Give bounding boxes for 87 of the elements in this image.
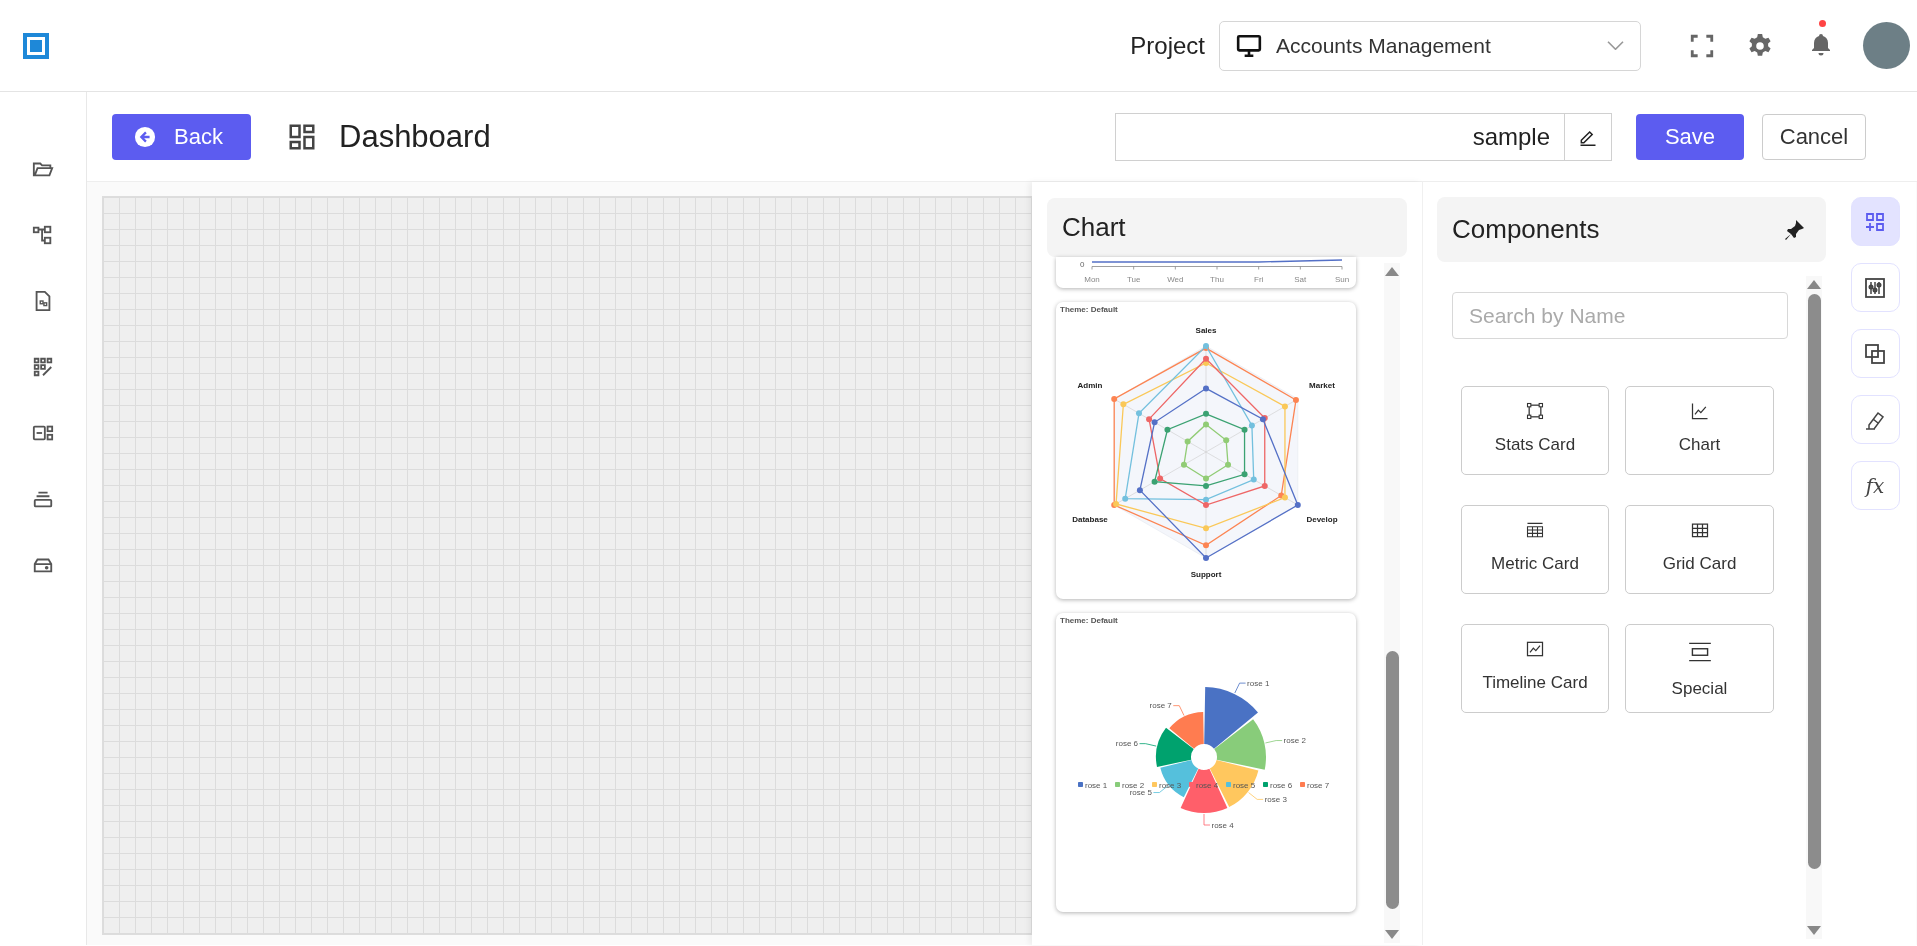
arrow-left-circle-icon bbox=[134, 125, 156, 148]
axis-tick-label: Thu bbox=[1210, 275, 1224, 284]
legend-label[interactable]: rose 4 bbox=[1196, 781, 1219, 790]
grid-edit-icon[interactable] bbox=[32, 356, 54, 378]
axis-label: Admin bbox=[1077, 381, 1103, 390]
legend-label[interactable]: rose 1 bbox=[1085, 781, 1108, 790]
slice-label: rose 6 bbox=[1115, 739, 1138, 749]
component-tile[interactable]: Metric Card bbox=[1461, 505, 1609, 594]
slice-label: rose 3 bbox=[1264, 795, 1287, 805]
avatar-photo-placeholder[interactable] bbox=[1863, 22, 1910, 69]
tool-button[interactable] bbox=[1850, 395, 1900, 444]
axis-label: Database bbox=[1072, 515, 1108, 524]
slice-label: rose 5 bbox=[1129, 788, 1152, 798]
scrollbar[interactable] bbox=[1384, 263, 1400, 943]
app-logo[interactable] bbox=[22, 31, 50, 60]
component-tile[interactable]: Chart bbox=[1625, 386, 1774, 475]
line-chart-icon bbox=[1689, 401, 1710, 421]
axis-tick-label: Tue bbox=[1126, 275, 1141, 284]
axis-tick-label: Sat bbox=[1294, 275, 1307, 284]
leader-line bbox=[1248, 792, 1264, 800]
monitor-icon bbox=[1236, 32, 1262, 59]
slice-label: rose 7 bbox=[1149, 701, 1172, 711]
slice-label: rose 1 bbox=[1247, 678, 1270, 688]
tool-button[interactable] bbox=[1850, 197, 1900, 246]
component-tile[interactable]: Grid Card bbox=[1625, 505, 1774, 594]
slice-label: rose 2 bbox=[1283, 736, 1306, 746]
search-field[interactable]: Search by Name bbox=[1452, 292, 1788, 339]
scroll-up-icon[interactable] bbox=[1807, 280, 1821, 290]
dashboard-name-field[interactable]: sample bbox=[1115, 112, 1565, 161]
chart-thumbnail[interactable]: Theme: Default Sales Admin Market Database Develop Support bbox=[1056, 302, 1356, 599]
axis-tick-label: 0 bbox=[1080, 260, 1085, 269]
legend-swatch[interactable] bbox=[1152, 782, 1157, 787]
axis-label: Market bbox=[1309, 381, 1335, 390]
legend-swatch[interactable] bbox=[1115, 782, 1120, 787]
scroll-down-icon[interactable] bbox=[1807, 925, 1821, 935]
legend-label[interactable]: rose 6 bbox=[1270, 781, 1293, 790]
leader-line bbox=[1234, 682, 1246, 694]
tool-button[interactable] bbox=[1850, 263, 1900, 312]
slice-label: rose 4 bbox=[1211, 820, 1234, 830]
theme-label: Theme: Default bbox=[1059, 615, 1119, 627]
frame-icon bbox=[1525, 401, 1545, 421]
scroll-up-icon[interactable] bbox=[1385, 267, 1399, 277]
axis-tick-label: Fri bbox=[1254, 275, 1264, 284]
tool-button[interactable] bbox=[1850, 329, 1900, 378]
edit-button[interactable] bbox=[1565, 112, 1612, 161]
hierarchy-icon[interactable] bbox=[32, 224, 54, 246]
settings-icon[interactable] bbox=[1747, 32, 1773, 59]
page-title: Dashboard bbox=[339, 118, 492, 155]
layers-icon bbox=[1863, 341, 1887, 366]
legend-label[interactable]: rose 2 bbox=[1122, 781, 1145, 790]
legend-swatch[interactable] bbox=[1300, 782, 1305, 787]
panel-title: Chart bbox=[1062, 212, 1126, 243]
trend-chart-icon bbox=[1525, 639, 1545, 659]
legend-swatch[interactable] bbox=[1263, 782, 1268, 787]
axis-label: Support bbox=[1190, 570, 1222, 579]
project-label: Project bbox=[1130, 31, 1205, 60]
cancel-button[interactable]: Cancel bbox=[1762, 113, 1866, 160]
scrollbar[interactable] bbox=[1806, 276, 1822, 939]
legend-label[interactable]: rose 7 bbox=[1307, 781, 1330, 790]
component-tile[interactable]: Stats Card bbox=[1461, 386, 1609, 475]
theme-label: Theme: Default bbox=[1059, 304, 1119, 316]
table-icon bbox=[1525, 520, 1545, 540]
tool-button[interactable]: fx bbox=[1850, 461, 1900, 510]
notification-dot bbox=[1819, 19, 1826, 27]
component-tile[interactable]: Timeline Card bbox=[1461, 624, 1609, 713]
scroll-down-icon[interactable] bbox=[1385, 929, 1399, 939]
component-tile[interactable]: Special bbox=[1625, 624, 1774, 713]
project-dropdown[interactable]: Accounts Management bbox=[1219, 20, 1641, 71]
axis-tick-label: Wed bbox=[1167, 275, 1184, 284]
axis-label: Develop bbox=[1306, 515, 1338, 524]
leader-line bbox=[1172, 705, 1185, 716]
save-button[interactable]: Save bbox=[1636, 113, 1744, 160]
axis-tick-label: Sun bbox=[1334, 275, 1350, 284]
axis-label: Sales bbox=[1195, 326, 1217, 335]
panel-title: Components bbox=[1452, 214, 1600, 245]
legend-label[interactable]: rose 5 bbox=[1233, 781, 1256, 790]
leader-line bbox=[1139, 743, 1157, 747]
legend-swatch[interactable] bbox=[1226, 782, 1231, 787]
chart-thumbnail[interactable]: 0 Mon Tue Wed Thu Fri Sat Sun bbox=[1056, 257, 1356, 288]
axis-tick-label: Mon bbox=[1084, 275, 1100, 284]
sliders-icon bbox=[1863, 275, 1887, 300]
chevron-down-icon bbox=[1607, 41, 1624, 50]
fullscreen-icon[interactable] bbox=[1689, 32, 1715, 59]
back-button[interactable]: Back bbox=[112, 113, 251, 160]
leader-line bbox=[1203, 813, 1211, 826]
legend-swatch[interactable] bbox=[1078, 782, 1083, 787]
leader-line bbox=[1265, 740, 1283, 744]
